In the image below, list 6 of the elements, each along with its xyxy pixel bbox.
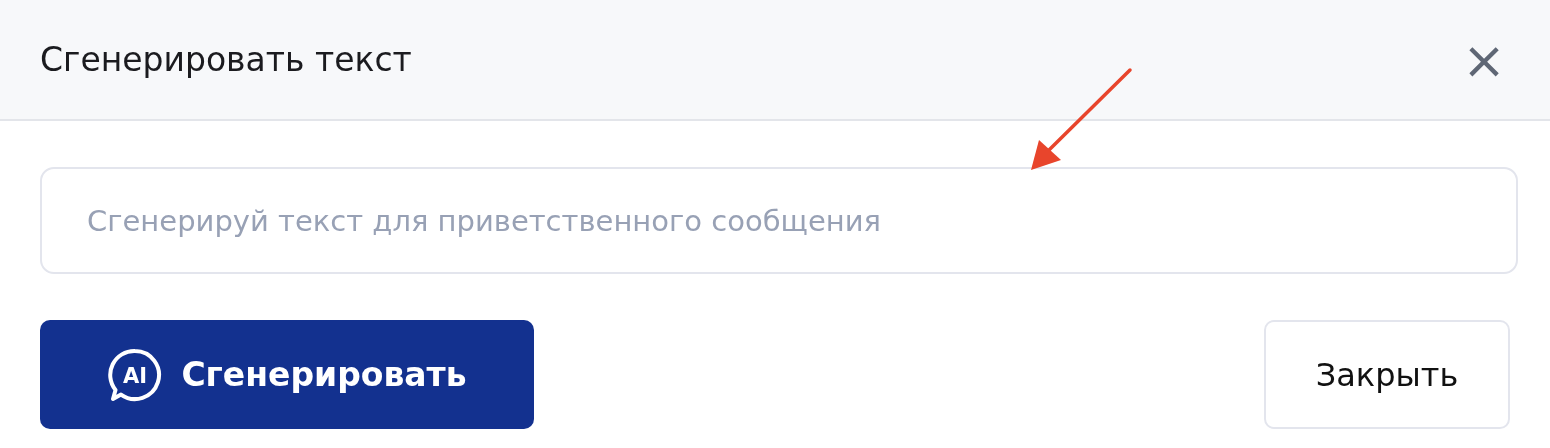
close-button[interactable]: × — [1462, 37, 1506, 82]
ai-chat-icon: AI — [107, 346, 164, 403]
generate-button[interactable]: AI Сгенерировать — [40, 320, 534, 429]
close-dialog-button[interactable]: Закрыть — [1264, 320, 1510, 429]
dialog-title: Сгенерировать текст — [40, 38, 412, 81]
prompt-field[interactable]: Сгенерируй текст для приветственного сообщения — [40, 167, 1518, 274]
